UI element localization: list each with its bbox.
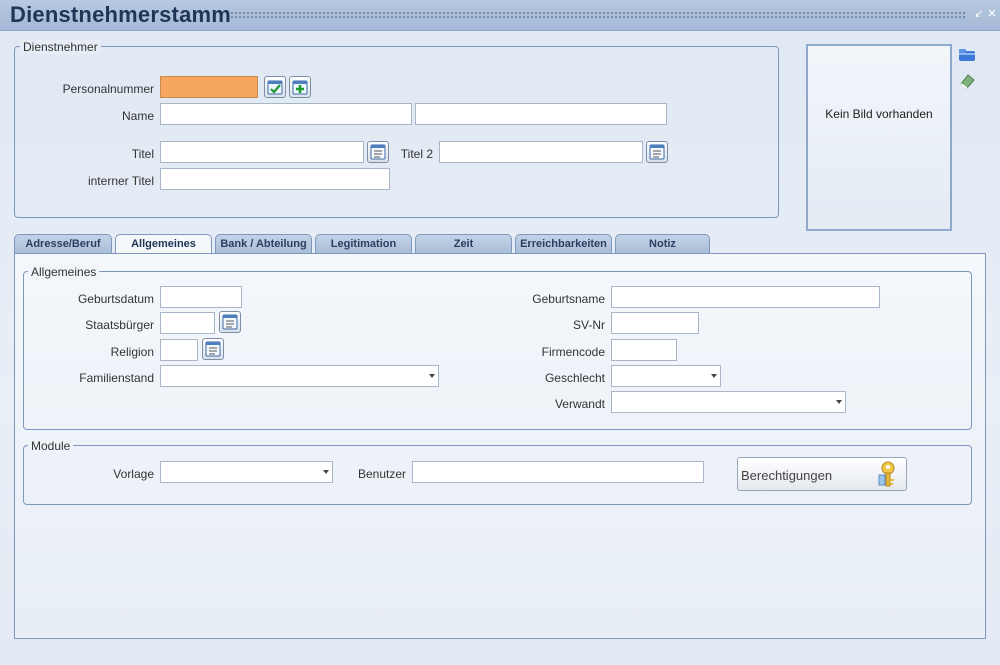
chevron-down-icon [836, 400, 842, 404]
first-name-input[interactable] [160, 103, 412, 125]
chevron-down-icon [323, 470, 329, 474]
list-lookup-icon [222, 314, 238, 330]
firmencode-label: Firmencode [541, 345, 605, 359]
list-lookup-icon [649, 144, 665, 160]
staatsbuerger-label: Staatsbürger [85, 318, 154, 332]
religion-input[interactable] [160, 339, 198, 361]
eraser-icon [960, 74, 975, 89]
personalnummer-input[interactable] [160, 76, 258, 98]
titel-input[interactable] [160, 141, 364, 163]
vorlage-select[interactable] [160, 461, 333, 483]
geburtsname-label: Geburtsname [532, 292, 605, 306]
general-group-legend: Allgemeines [28, 265, 100, 279]
vorlage-label: Vorlage [113, 467, 154, 481]
verwandt-select[interactable] [611, 391, 846, 413]
geschlecht-label: Geschlecht [544, 371, 605, 385]
window-title: Dienstnehmerstamm [10, 2, 232, 27]
title-bar-pattern [230, 11, 965, 19]
interner-titel-input[interactable] [160, 168, 390, 190]
title-bar: Dienstnehmerstamm ↙ ✕ [0, 0, 1000, 31]
minimize-icon[interactable]: ↙ [973, 8, 985, 20]
employee-group-legend: Dienstnehmer [20, 40, 101, 54]
staatsbuerger-input[interactable] [160, 312, 215, 334]
list-lookup-icon [205, 341, 221, 357]
chevron-down-icon [429, 374, 435, 378]
benutzer-label: Benutzer [357, 467, 406, 481]
verwandt-label: Verwandt [554, 397, 605, 411]
tab-legitimation[interactable]: Legitimation [315, 234, 412, 254]
tab-zeit[interactable]: Zeit [415, 234, 512, 254]
geburtsname-input[interactable] [611, 286, 880, 308]
familienstand-label: Familienstand [79, 371, 154, 385]
photo-folder-button[interactable] [958, 48, 976, 62]
folder-icon [959, 49, 975, 61]
interner-titel-label: interner Titel [87, 174, 154, 188]
no-photo-text: Kein Bild vorhanden [825, 107, 933, 121]
staatsbuerger-lookup-button[interactable] [219, 311, 241, 333]
geschlecht-select[interactable] [611, 365, 721, 387]
svnr-label: SV-Nr [572, 318, 605, 332]
photo-remove-button[interactable] [958, 72, 976, 90]
familienstand-select[interactable] [160, 365, 439, 387]
photo-box[interactable]: Kein Bild vorhanden [806, 44, 952, 231]
titel2-label: Titel 2 [400, 147, 433, 161]
add-button[interactable] [289, 76, 311, 98]
religion-lookup-button[interactable] [202, 338, 224, 360]
tab-allgemeines[interactable]: Allgemeines [115, 234, 212, 255]
geburtsdatum-label: Geburtsdatum [77, 292, 154, 306]
tab-adresse-beruf[interactable]: Adresse/Beruf [14, 234, 112, 254]
module-group-legend: Module [28, 439, 74, 453]
benutzer-input[interactable] [412, 461, 704, 483]
berechtigungen-label: Berechtigungen [741, 468, 833, 483]
name-label: Name [121, 109, 154, 123]
plus-icon [292, 80, 308, 95]
tab-notiz[interactable]: Notiz [615, 234, 710, 254]
employee-group [14, 46, 779, 218]
geburtsdatum-input[interactable] [160, 286, 242, 308]
personalnummer-label: Personalnummer [62, 82, 154, 96]
tab-bank-abteilung[interactable]: Bank / Abteilung [215, 234, 312, 254]
titel2-lookup-button[interactable] [646, 141, 668, 163]
titel2-input[interactable] [439, 141, 643, 163]
checkmark-icon [267, 80, 283, 95]
chevron-down-icon [711, 374, 717, 378]
last-name-input[interactable] [415, 103, 667, 125]
confirm-button[interactable] [264, 76, 286, 98]
tab-erreichbarkeiten[interactable]: Erreichbarkeiten [515, 234, 612, 254]
berechtigungen-button[interactable]: Berechtigungen [737, 457, 907, 491]
svnr-input[interactable] [611, 312, 699, 334]
key-icon [878, 461, 895, 487]
list-lookup-icon [370, 144, 386, 160]
religion-label: Religion [110, 345, 154, 359]
firmencode-input[interactable] [611, 339, 677, 361]
titel-label: Titel [131, 147, 154, 161]
close-icon[interactable]: ✕ [986, 8, 998, 20]
titel-lookup-button[interactable] [367, 141, 389, 163]
